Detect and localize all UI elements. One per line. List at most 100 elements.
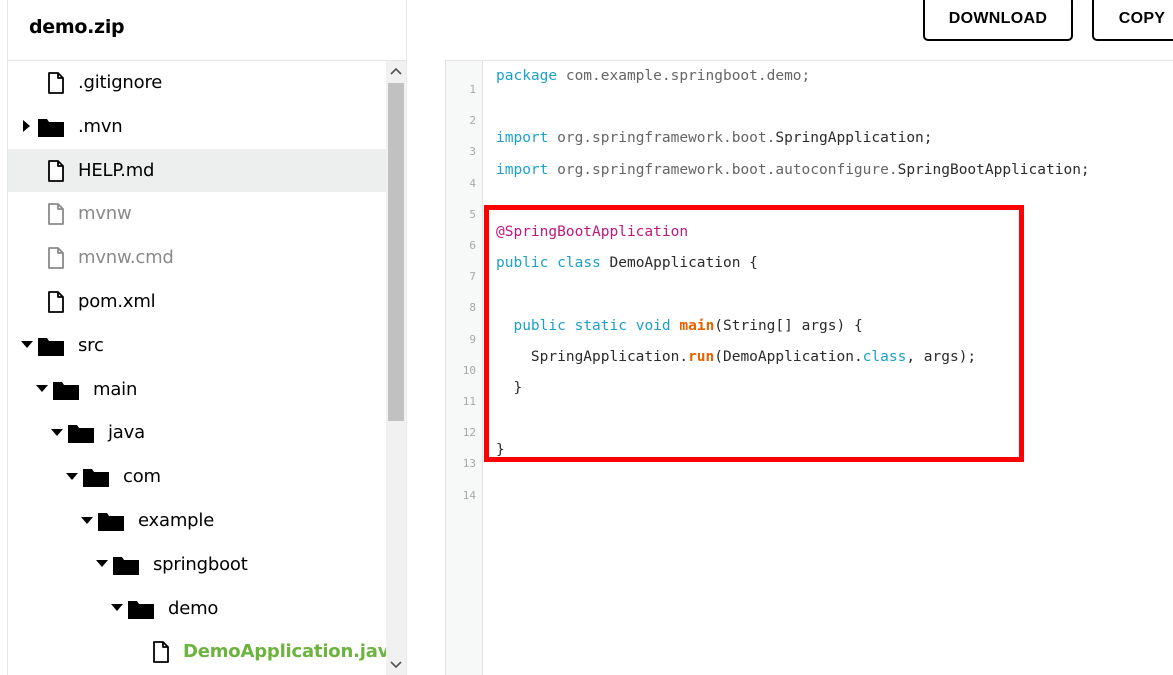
tree-item-mvn[interactable]: .mvn [8,105,386,148]
tree-item-label: .gitignore [78,72,163,93]
code-token: SpringBootApplication; [897,161,1090,178]
tree-item-demoapplication-java[interactable]: DemoApplication.java [8,630,386,673]
tree-item-label: main [93,378,138,400]
folder-icon [37,334,65,358]
folder-icon [37,115,65,139]
tree-item-label: mvnw.cmd [78,247,174,269]
caret-down-icon[interactable] [51,411,63,454]
code-token: (String[] args) { [714,317,863,334]
line-number: 6 [469,239,476,252]
folder-icon [52,378,80,402]
code-token: org.springframework.boot. [548,130,776,147]
file-icon [44,71,68,95]
line-number-gutter: 1 2 3 4 5 6 7 8 9 10 11 12 13 14 [446,61,483,675]
code-token: class [862,348,907,365]
tree-item-java[interactable]: java [8,411,386,454]
tree-item-pom-xml[interactable]: pom.xml [8,280,386,323]
file-icon [44,246,68,270]
line-number: 11 [462,395,476,408]
tree-item-label: DemoApplication.java [183,641,386,663]
tree-item-demo[interactable]: demo [8,587,386,630]
tree-item-springboot[interactable]: springboot [8,543,386,586]
code-line: @SpringBootApplication [496,224,688,240]
code-token: org.springframework.boot.autoconfigure. [548,161,898,178]
code-line: import org.springframework.boot.SpringAp… [496,130,933,146]
tree-item-label: example [138,510,215,531]
code-token: } [496,380,523,396]
code-token: run [688,348,715,365]
caret-down-icon[interactable] [111,587,123,630]
line-number: 2 [469,114,476,128]
folder-icon [112,553,140,577]
code-token: SpringApplication; [775,130,933,147]
code-token: import [496,130,549,147]
code-token: import [496,161,549,178]
tree-item-com[interactable]: com [8,455,386,498]
tree-scrollbar[interactable] [386,61,406,675]
chevron-down-icon[interactable] [386,655,406,675]
caret-down-icon[interactable] [96,543,108,586]
tree-item-label: demo [168,597,219,619]
code-line: } [496,380,522,396]
code-token: package [496,68,558,84]
code-token: DemoApplication { [600,255,758,272]
tree-item-mvnw-cmd[interactable]: mvnw.cmd [8,236,386,279]
tree-item-mvnw[interactable]: mvnw [8,192,386,235]
code-line: SpringApplication.run(DemoApplication.cl… [496,349,976,365]
code-viewer[interactable]: 1 2 3 4 5 6 7 8 9 10 11 12 13 14 package com.example.… [445,60,1173,675]
line-number: 10 [462,363,476,377]
code-token: static [574,317,627,334]
tree-item-src[interactable]: src [8,324,386,367]
tree-item-help-md[interactable]: HELP.md [8,148,386,192]
line-number: 13 [462,457,476,471]
line-number: 14 [462,488,476,502]
code-token: } [496,442,505,459]
caret-right-icon[interactable] [21,105,33,148]
folder-icon [97,509,125,533]
code-token: public [496,255,549,272]
file-explorer-sidebar: demo.zip .gitignore .mvn HELP.md mvnw mvnw.c… [7,0,407,675]
tree-item-label: pom.xml [78,291,156,312]
chevron-up-icon[interactable] [386,61,406,81]
tree-item-label: springboot [153,553,248,575]
tree-item-example[interactable]: example [8,499,386,542]
file-icon [44,202,68,226]
code-line: public class DemoApplication { [496,255,758,271]
file-icon [44,159,68,183]
line-number: 3 [469,145,476,159]
caret-down-icon[interactable] [21,324,33,367]
code-line: public static void main(String[] args) { [496,317,863,334]
code-token: class [557,255,601,272]
code-token: com.example.springboot.demo; [557,68,811,84]
caret-down-icon[interactable] [81,499,93,542]
file-icon [149,640,173,664]
line-number: 12 [462,426,476,440]
caret-down-icon[interactable] [66,455,78,498]
copy-button[interactable]: COPY [1092,0,1173,41]
code-token: , args); [906,348,977,365]
line-number: 9 [469,332,476,346]
code-line: package com.example.springboot.demo; [496,68,810,84]
scrollbar-thumb[interactable] [388,83,404,421]
file-icon [44,290,68,314]
tree-item-gitignore[interactable]: .gitignore [8,61,386,104]
download-button[interactable]: DOWNLOAD [923,0,1073,41]
tree-item-label: mvnw [78,203,132,225]
caret-down-icon[interactable] [36,368,48,411]
tree-item-label: src [78,334,104,356]
tree-item-label: HELP.md [78,159,155,181]
tree-item-main[interactable]: main [8,368,386,411]
tree-item-label: com [123,466,161,488]
line-number: 4 [469,176,476,190]
line-number: 7 [469,270,476,284]
archive-title: demo.zip [29,16,125,38]
tree-item-label: .mvn [78,115,123,137]
code-line: import org.springframework.boot.autoconf… [496,162,1090,178]
folder-icon [67,421,95,445]
code-token: main [679,317,715,334]
code-token: SpringApplication. [496,348,689,365]
